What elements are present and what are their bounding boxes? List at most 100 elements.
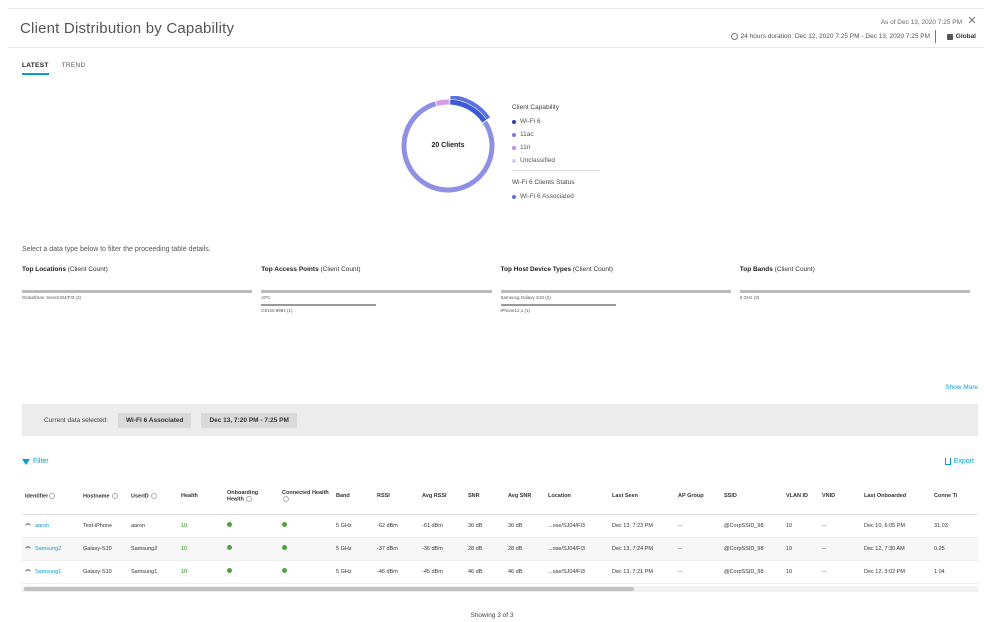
info-icon[interactable]	[283, 495, 289, 502]
info-icon[interactable]	[151, 492, 158, 499]
top-suffix: (Client Count)	[774, 266, 815, 273]
health-status-dot	[227, 522, 232, 527]
as-of-timestamp: As of Dec 13, 2020 7:25 PM	[880, 19, 962, 26]
table-row[interactable]: Samsung2 Galaxy-S10 Samsung2 10 5 GHz -37 dBm…	[22, 537, 978, 561]
col-last-onboarded[interactable]: Last Onboarded	[861, 478, 931, 515]
legend-dot	[512, 119, 516, 124]
filter-button[interactable]: Filter	[22, 458, 49, 465]
table-cell: 10	[783, 537, 819, 561]
col-connected-health[interactable]: Connected Health	[279, 478, 333, 515]
funnel-icon	[22, 458, 30, 465]
info-icon[interactable]	[246, 495, 253, 502]
bar[interactable]	[261, 304, 377, 306]
filter-label: Filter	[33, 458, 49, 465]
filter-chip-wifi6[interactable]: Wi-Fi 6 Associated	[117, 412, 192, 428]
tab-trend[interactable]: TREND	[62, 62, 86, 75]
filter-chip-time[interactable]: Dec 13, 7:20 PM - 7:25 PM	[201, 412, 297, 428]
table-cell: @CorpSSID_98	[721, 537, 783, 561]
col-last-seen[interactable]: Last Seen	[609, 478, 675, 515]
capability-donut-chart[interactable]: 20 Clients	[398, 95, 498, 196]
table-cell: -62 dBm	[374, 514, 419, 538]
scope-selector[interactable]: Global	[946, 33, 976, 40]
table-cell: -36 dBm	[419, 537, 465, 561]
client-identifier-link[interactable]: Samsung2	[35, 546, 61, 552]
connected-health	[279, 537, 333, 561]
horizontal-scrollbar[interactable]	[22, 586, 978, 592]
client-identifier-link[interactable]: Samsung1	[35, 569, 61, 575]
col-connected-time[interactable]: Conne Ti	[931, 478, 978, 515]
col-identifier[interactable]: Identifier	[22, 478, 80, 515]
show-more-link[interactable]: Show More	[945, 384, 978, 391]
table-cell: @CorpSSID_98	[721, 514, 783, 538]
legend-item-11n[interactable]: 11n	[512, 144, 612, 151]
table-cell: -46 dBm	[374, 560, 419, 584]
time-range-selector[interactable]: 24 hours duration: Dec 12, 2020 7:25 PM …	[730, 33, 930, 40]
top-title: Top Bands	[739, 266, 773, 273]
connected-health	[279, 560, 333, 584]
scrollbar-thumb[interactable]	[24, 587, 634, 591]
col-health[interactable]: Health	[178, 478, 224, 515]
legend-label: Wi-Fi 6	[520, 118, 541, 125]
table-cell: 5 GHz	[333, 537, 374, 561]
legend-label: 11n	[520, 144, 531, 151]
table-row[interactable]: aaron Test-iPhone aaron 10 5 GHz -62 dBm -61 d…	[22, 514, 978, 538]
bar-label: 5 GHz (3)	[739, 295, 760, 300]
table-cell: ...ose/SJ04/FI3	[545, 560, 609, 584]
bar[interactable]	[500, 304, 616, 306]
table-cell: Dec 10, 6:05 PM	[861, 514, 931, 538]
col-ap-group[interactable]: AP Group	[675, 478, 721, 515]
col-hostname[interactable]: Hostname	[80, 478, 128, 515]
export-button[interactable]: Export	[944, 458, 974, 465]
table-cell: Samsung2	[128, 537, 178, 561]
legend-item-unclassified[interactable]: Unclassified	[512, 157, 612, 164]
info-icon[interactable]	[112, 492, 119, 499]
info-icon[interactable]	[49, 492, 56, 499]
table-cell: 1.04	[931, 560, 978, 584]
health-score: 10	[178, 537, 224, 561]
col-onboarding-health[interactable]: Onboarding Health	[224, 478, 279, 515]
health-score: 10	[178, 560, 224, 584]
tab-latest[interactable]: LATEST	[22, 62, 49, 75]
legend-title: Client Capability	[512, 104, 559, 111]
col-vlan-id[interactable]: VLAN ID	[783, 478, 819, 515]
donut-segment-wi-fi-6[interactable]	[449, 99, 487, 123]
table-header-row: Identifier Hostname UserID Health Onboar…	[22, 478, 978, 515]
donut-segment-11n[interactable]	[435, 99, 450, 106]
table-row[interactable]: Samsung1 Galaxy-S10 Samsung1 10 5 GHz -46 dBm…	[22, 560, 978, 584]
table-cell: Dec 12, 7:30 AM	[861, 537, 931, 561]
bar[interactable]	[500, 290, 731, 293]
col-vnid[interactable]: VNID	[819, 478, 861, 515]
legend-label: 11ac	[520, 131, 534, 138]
health-status-dot	[282, 545, 287, 550]
top-breakdowns: Top Locations (Client Count) Global/San …	[22, 266, 970, 317]
col-userid[interactable]: UserID	[128, 478, 178, 515]
bar[interactable]	[261, 290, 492, 293]
table-cell: 28 dB	[465, 537, 505, 561]
close-icon[interactable]: ✕	[966, 15, 978, 27]
table-cell: 5 GHz	[333, 560, 374, 584]
table-cell: -61 dBm	[419, 514, 465, 538]
table-cell: Dec 12, 3:02 PM	[861, 560, 931, 584]
connected-health	[279, 514, 333, 538]
bar[interactable]	[739, 290, 970, 293]
col-location[interactable]: Location	[545, 478, 609, 515]
wifi-icon	[25, 522, 31, 528]
bar-label: iPhone12,1 (1)	[500, 308, 531, 313]
legend-item-11ac[interactable]: 11ac	[512, 131, 612, 138]
view-tabs: LATEST TREND	[22, 62, 86, 75]
legend-item-wifi6-associated[interactable]: Wi-Fi 6 Associated	[512, 193, 612, 200]
col-snr[interactable]: SNR	[465, 478, 505, 515]
scope-label: Global	[955, 33, 976, 40]
col-avg-rssi[interactable]: Avg RSSI	[419, 478, 465, 515]
col-avg-snr[interactable]: Avg SNR	[505, 478, 545, 515]
legend-dot	[512, 145, 516, 150]
col-rssi[interactable]: RSSI	[374, 478, 419, 515]
col-ssid[interactable]: SSID	[721, 478, 783, 515]
onboarding-health	[224, 537, 279, 561]
table-cell: --	[819, 560, 861, 584]
table-cell: Galaxy-S10	[80, 537, 128, 561]
client-identifier-link[interactable]: aaron	[35, 523, 49, 529]
legend-item-wifi6[interactable]: Wi-Fi 6	[512, 118, 612, 125]
col-band[interactable]: Band	[333, 478, 374, 515]
bar[interactable]	[22, 290, 253, 293]
